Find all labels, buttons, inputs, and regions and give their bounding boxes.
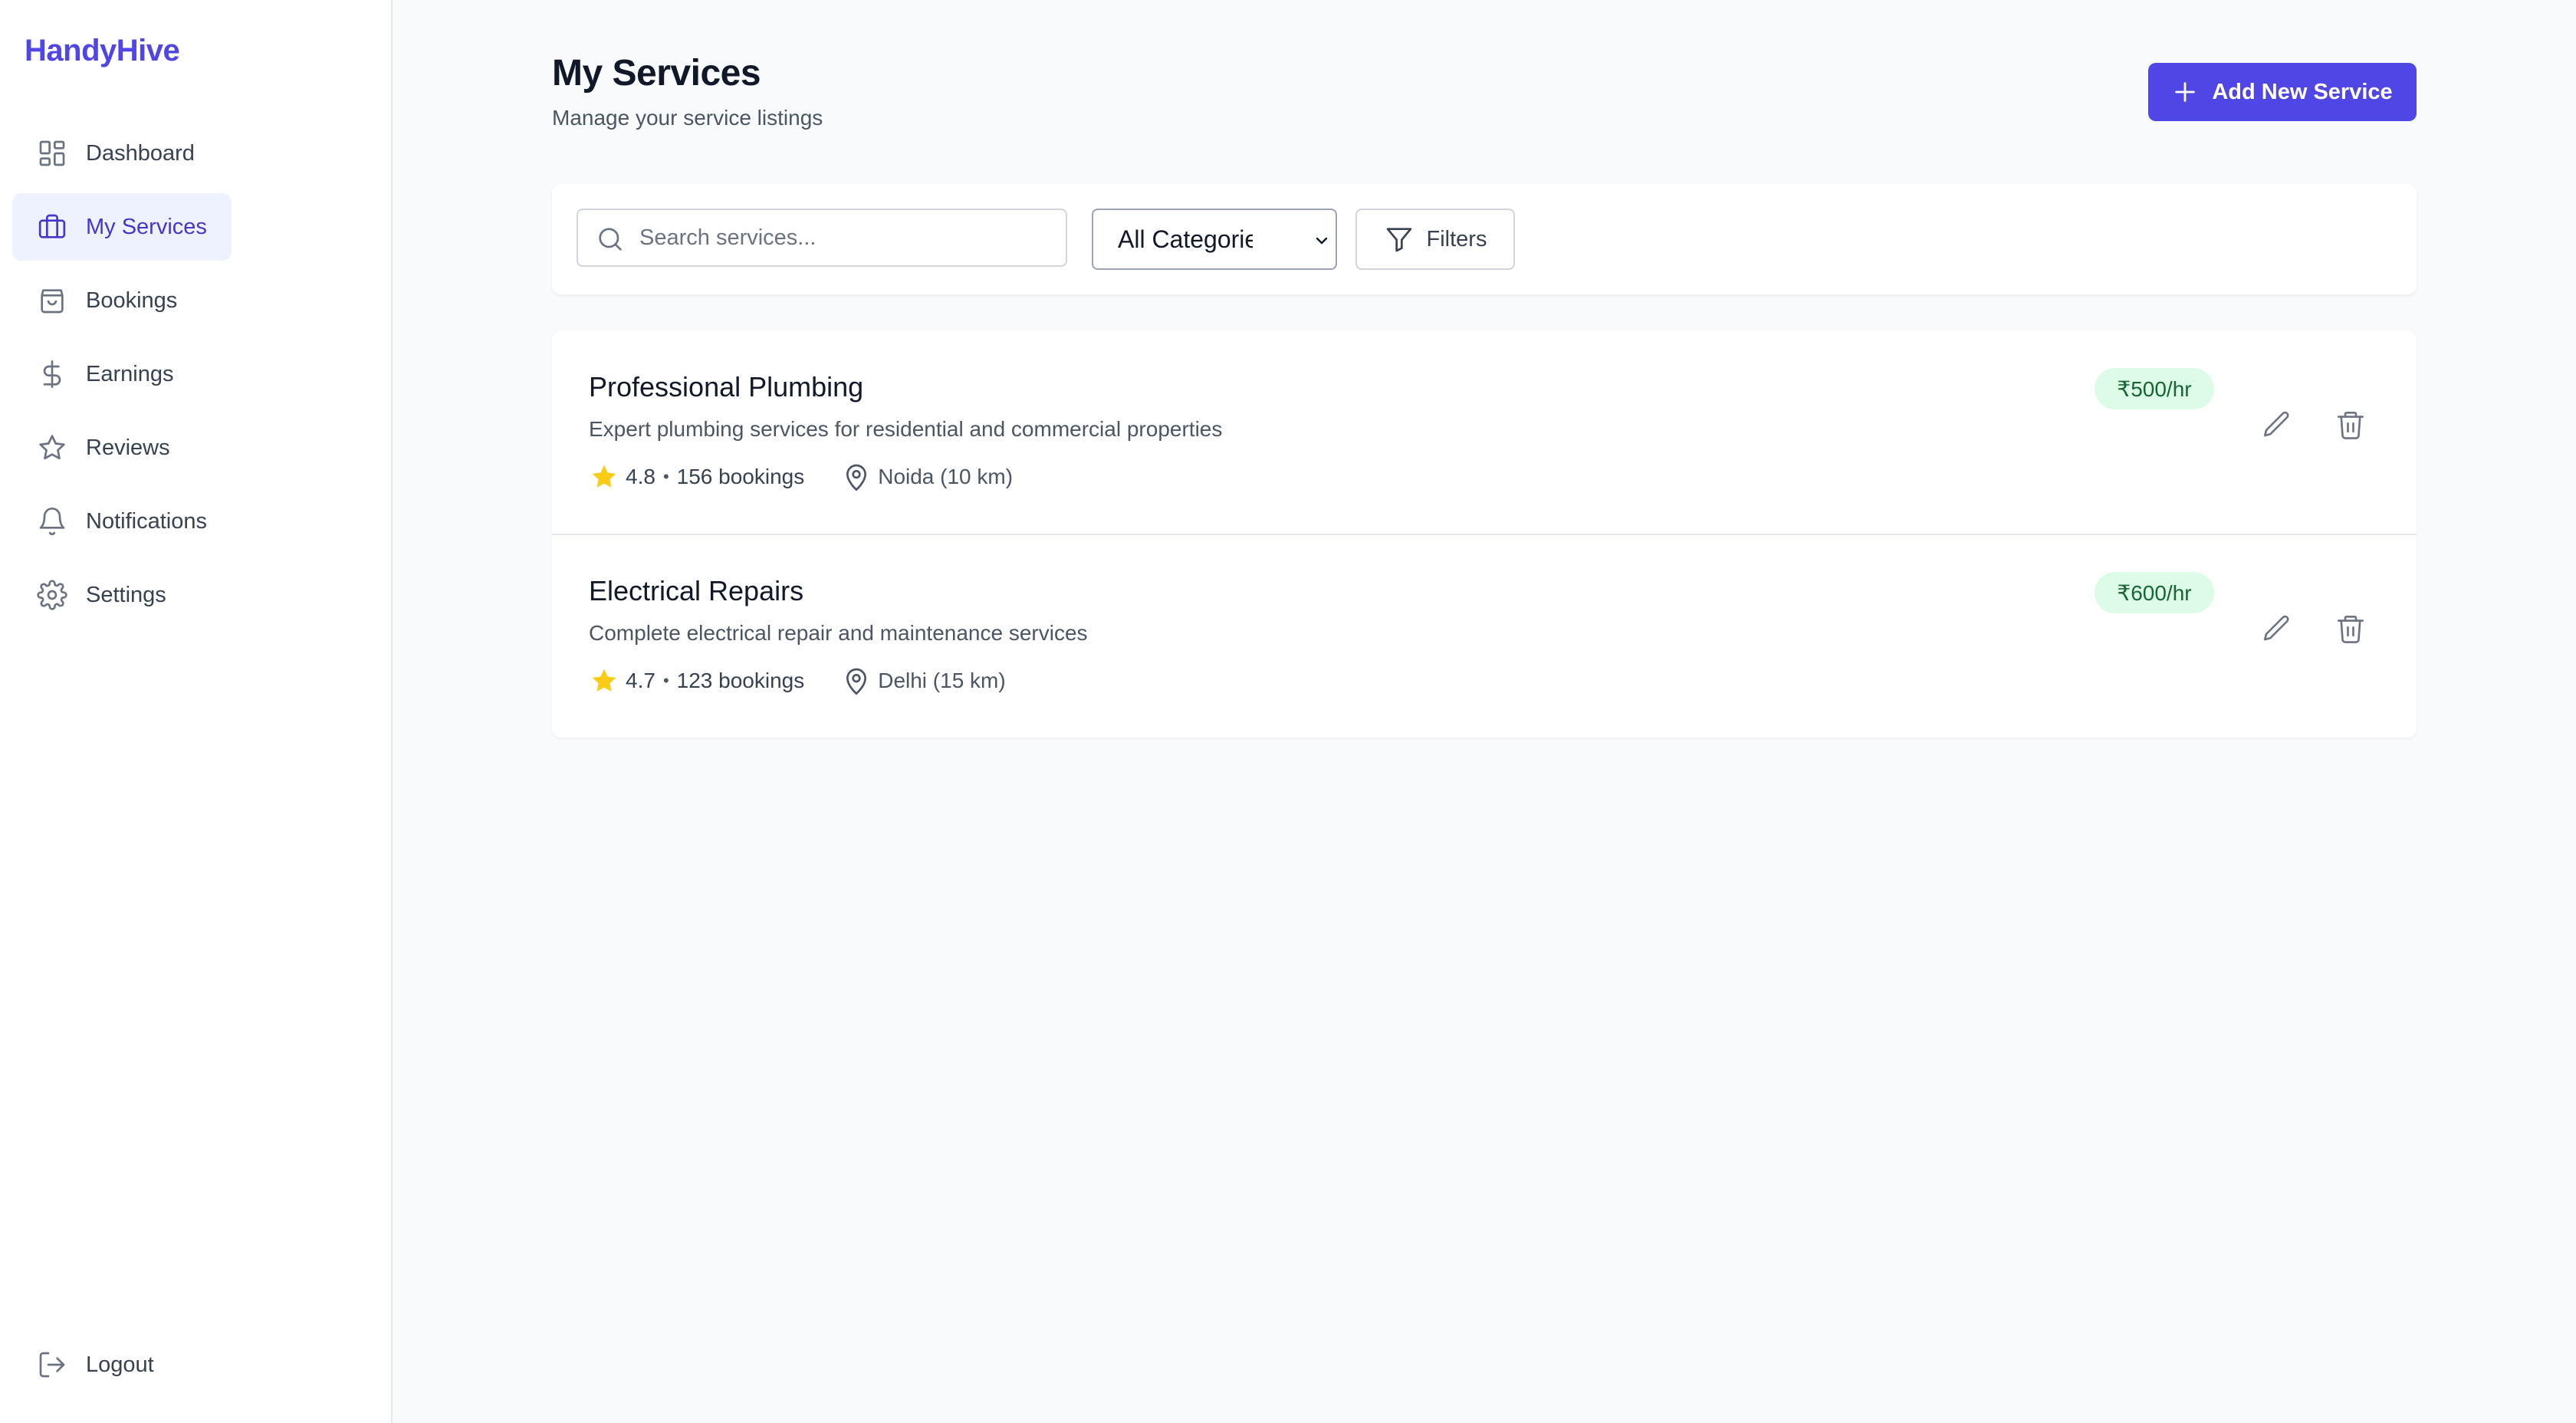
bell-icon bbox=[37, 506, 67, 537]
sidebar-item-label: Bookings bbox=[86, 288, 178, 313]
pencil-icon bbox=[2263, 411, 2289, 437]
sidebar-item-label: Settings bbox=[86, 582, 166, 607]
delete-service-button[interactable] bbox=[2329, 403, 2372, 446]
separator-dot: • bbox=[662, 671, 669, 690]
gear-icon bbox=[37, 580, 67, 610]
pencil-icon bbox=[2263, 615, 2289, 641]
price-badge: ₹500/hr bbox=[2095, 368, 2214, 409]
brand-logo[interactable]: HandyHive bbox=[25, 34, 180, 68]
add-new-service-label: Add New Service bbox=[2212, 79, 2393, 104]
sidebar: HandyHive Dashboard My Services Bookings… bbox=[0, 0, 393, 1423]
sidebar-item-bookings[interactable]: Bookings bbox=[12, 267, 202, 334]
sidebar-item-settings[interactable]: Settings bbox=[12, 561, 191, 629]
edit-service-button[interactable] bbox=[2256, 403, 2298, 446]
plus-icon bbox=[2175, 82, 2196, 102]
star-icon bbox=[592, 465, 616, 488]
service-name: Professional Plumbing bbox=[589, 371, 864, 403]
category-select[interactable]: All Categories bbox=[1092, 209, 1337, 270]
sidebar-item-label: Dashboard bbox=[86, 140, 195, 166]
service-name: Electrical Repairs bbox=[589, 575, 804, 606]
filters-button[interactable]: Filters bbox=[1355, 209, 1515, 270]
trash-icon bbox=[2337, 411, 2364, 439]
category-select-value: All Categories bbox=[1118, 225, 1253, 253]
service-rating: 4.8 bbox=[626, 465, 656, 488]
logout-icon bbox=[37, 1349, 67, 1380]
search-box bbox=[577, 209, 1067, 267]
page-subtitle: Manage your service listings bbox=[552, 106, 823, 130]
service-card: Professional Plumbing Expert plumbing se… bbox=[552, 331, 2417, 535]
service-description: Expert plumbing services for residential… bbox=[589, 417, 1223, 441]
delete-service-button[interactable] bbox=[2329, 607, 2372, 650]
separator-dot: • bbox=[662, 467, 669, 486]
sidebar-item-dashboard[interactable]: Dashboard bbox=[12, 120, 219, 187]
page-title: My Services bbox=[552, 53, 761, 94]
price-badge: ₹600/hr bbox=[2095, 572, 2214, 613]
sidebar-item-label: Earnings bbox=[86, 361, 174, 386]
star-icon bbox=[37, 432, 67, 463]
briefcase-icon bbox=[37, 212, 67, 242]
dollar-icon bbox=[37, 359, 67, 389]
logout-label: Logout bbox=[86, 1352, 154, 1377]
sidebar-item-earnings[interactable]: Earnings bbox=[12, 340, 198, 408]
location-pin-icon bbox=[846, 668, 867, 695]
location-pin-icon bbox=[846, 464, 867, 491]
service-meta: 4.7 • 123 bookings Delhi (15 km) bbox=[589, 664, 1006, 698]
sidebar-item-my-services[interactable]: My Services bbox=[12, 193, 232, 261]
add-new-service-button[interactable]: Add New Service bbox=[2148, 63, 2417, 121]
sidebar-item-label: Reviews bbox=[86, 435, 170, 460]
trash-icon bbox=[2337, 615, 2364, 643]
service-rating: 4.7 bbox=[626, 669, 656, 692]
star-icon bbox=[592, 669, 616, 692]
service-card: Electrical Repairs Complete electrical r… bbox=[552, 535, 2417, 738]
sidebar-item-notifications[interactable]: Notifications bbox=[12, 488, 232, 555]
services-list: Professional Plumbing Expert plumbing se… bbox=[552, 331, 2417, 738]
sidebar-item-label: Notifications bbox=[86, 508, 207, 534]
search-input[interactable] bbox=[639, 210, 1053, 265]
service-location: Delhi (15 km) bbox=[878, 669, 1006, 692]
logout-button[interactable]: Logout bbox=[12, 1331, 179, 1398]
search-icon bbox=[599, 228, 622, 251]
edit-service-button[interactable] bbox=[2256, 607, 2298, 650]
filter-icon bbox=[1386, 228, 1411, 252]
service-bookings: 123 bookings bbox=[676, 669, 805, 692]
filters-button-label: Filters bbox=[1426, 226, 1487, 251]
dashboard-icon bbox=[37, 138, 67, 169]
chevron-down-icon bbox=[1316, 237, 1328, 245]
service-description: Complete electrical repair and maintenan… bbox=[589, 621, 1088, 645]
filter-bar: All Categories Filters bbox=[552, 184, 2417, 294]
service-location: Noida (10 km) bbox=[878, 465, 1014, 488]
sidebar-nav: Dashboard My Services Bookings Earnings … bbox=[12, 120, 380, 635]
sidebar-item-label: My Services bbox=[86, 214, 207, 239]
service-bookings: 156 bookings bbox=[676, 465, 805, 488]
service-meta: 4.8 • 156 bookings Noida (10 km) bbox=[589, 460, 1013, 494]
shopping-bag-icon bbox=[37, 285, 67, 316]
sidebar-item-reviews[interactable]: Reviews bbox=[12, 414, 195, 481]
